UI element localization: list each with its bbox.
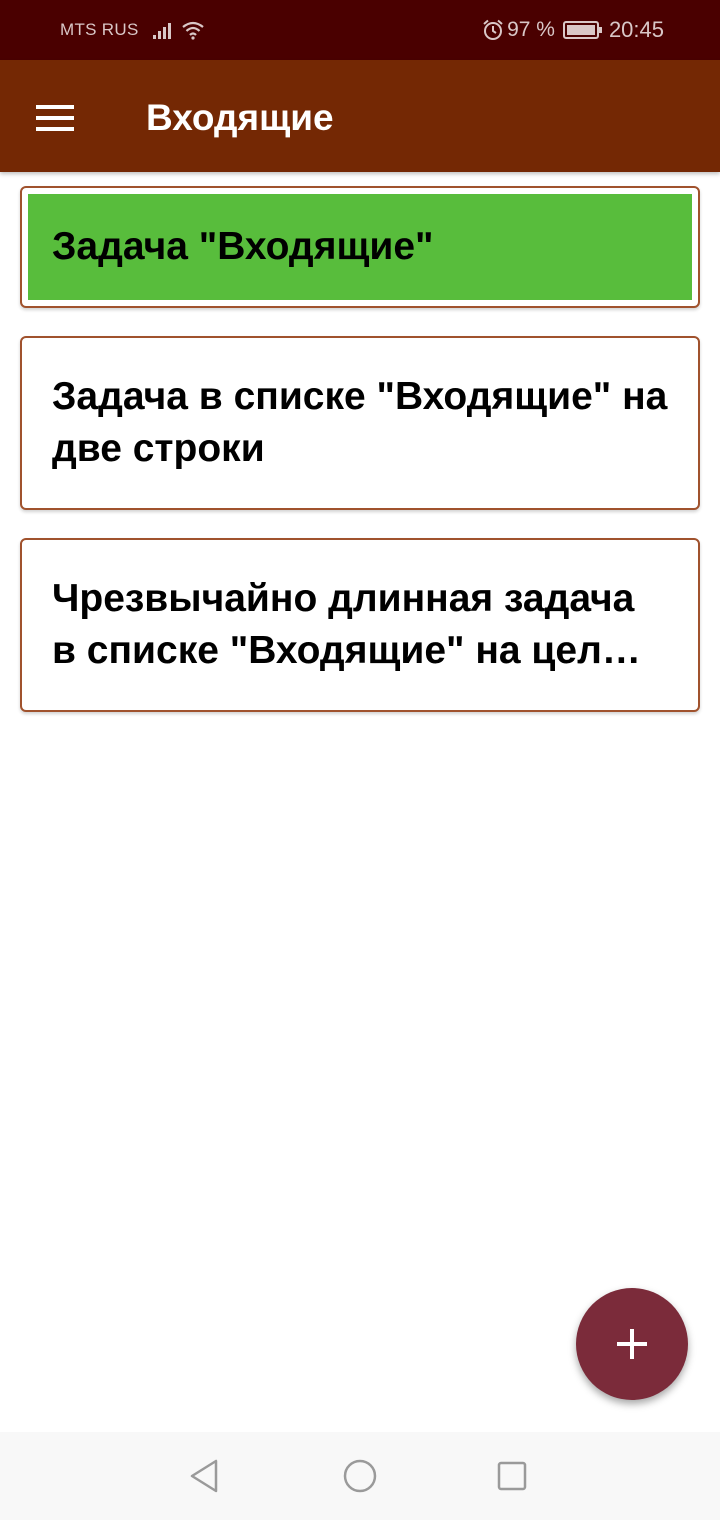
home-button[interactable] — [338, 1454, 382, 1498]
add-task-button[interactable] — [576, 1288, 688, 1400]
task-text: Чрезвычайно длинная задача в списке "Вхо… — [52, 577, 657, 672]
battery-percent: 97 % — [507, 18, 555, 41]
plus-icon — [617, 1329, 647, 1359]
signal-icon — [152, 23, 171, 39]
alarm-icon — [483, 19, 503, 40]
task-text: Задача в списке "Входящие" на две строки — [52, 375, 668, 470]
recents-icon — [497, 1461, 527, 1491]
status-bar: MTS RUS 97 % 20:45 — [0, 0, 720, 60]
task-item-selected[interactable]: Задача "Входящие" — [20, 186, 700, 308]
back-icon — [190, 1459, 218, 1493]
status-left: MTS RUS — [60, 0, 205, 60]
carrier-name: MTS RUS — [60, 20, 139, 39]
back-button[interactable] — [184, 1454, 228, 1498]
hamburger-menu-icon — [36, 105, 74, 131]
task-item[interactable]: Чрезвычайно длинная задача в списке "Вхо… — [20, 538, 700, 712]
task-text: Задача "Входящие" — [52, 225, 434, 268]
recents-button[interactable] — [490, 1454, 534, 1498]
app-bar: Входящие — [0, 60, 720, 172]
status-clock: 20:45 — [608, 17, 664, 42]
task-item[interactable]: Задача в списке "Входящие" на две строки — [20, 336, 700, 510]
status-right: 97 % 20:45 — [482, 0, 664, 60]
task-highlight: Задача "Входящие" — [28, 194, 692, 300]
page-title: Входящие — [146, 97, 334, 138]
task-list: Задача "Входящие" Задача в списке "Входя… — [20, 186, 700, 740]
system-nav-bar — [0, 1432, 720, 1520]
wifi-icon — [181, 21, 204, 40]
battery-icon — [562, 21, 602, 39]
home-icon — [343, 1459, 377, 1493]
menu-button[interactable] — [28, 90, 84, 146]
